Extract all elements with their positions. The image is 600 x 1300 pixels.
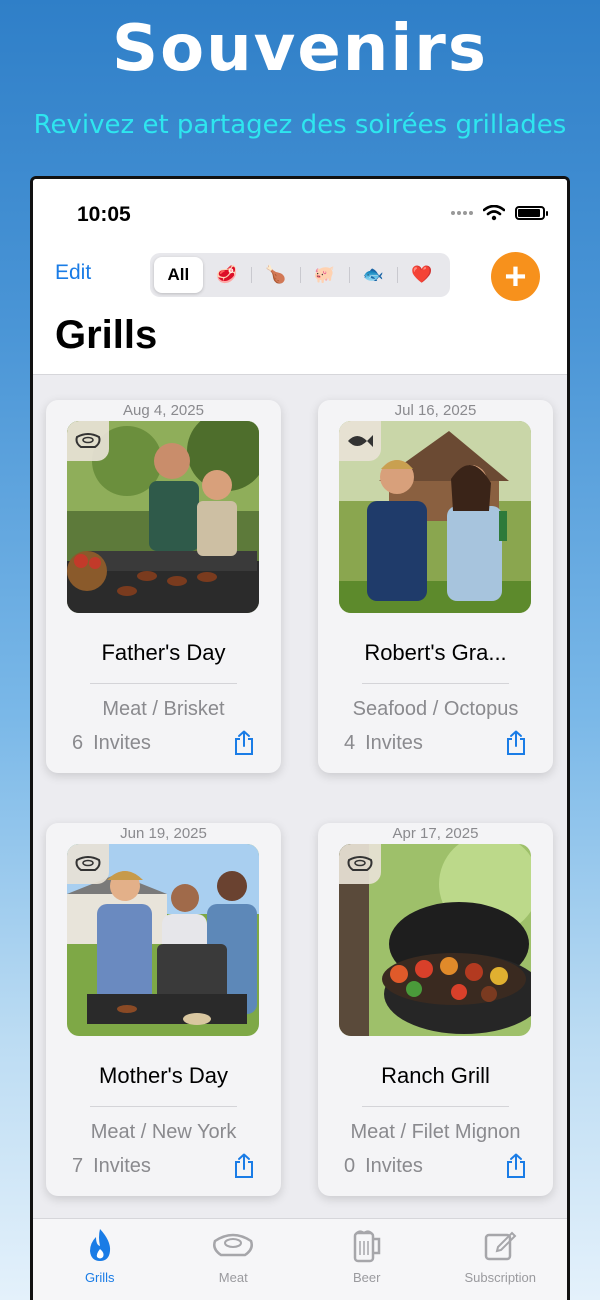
grill-title: Mother's Day [99,1063,228,1088]
filter-pig-icon[interactable]: 🐖 [300,257,349,293]
page-title: Grills [55,313,158,357]
status-time: 10:05 [77,203,131,226]
add-grill-button[interactable]: + [491,252,540,301]
grill-date: Jul 16, 2025 [394,402,477,419]
grill-date: Jun 19, 2025 [120,825,207,842]
steak-outline-icon [339,844,381,884]
tab-meat-label: Meat [218,1270,248,1285]
filter-drumstick-icon[interactable]: 🍗 [251,257,300,293]
hero-title: Souvenirs [112,12,488,86]
tab-beer[interactable]: Beer [300,1219,434,1300]
grill-photo [339,421,531,613]
grill-title: Robert's Gra... [364,640,507,665]
tab-subscription-label: Subscription [464,1270,537,1285]
tab-beer-label: Beer [353,1270,381,1285]
invites-count: 4 Invites [344,732,423,754]
tab-grills-label: Grills [84,1270,115,1285]
tab-bar: Grills Meat Beer Subscription [33,1218,567,1300]
grill-meat-type: Meat / New York [90,1121,237,1143]
edit-button[interactable]: Edit [55,261,91,285]
share-icon[interactable] [505,1153,527,1184]
status-icons [451,205,548,221]
grill-photo [67,844,259,1036]
grill-photo [67,421,259,613]
navigation-bar: 10:05 Edit All 🥩 🍗 🐖 🐟 ❤️ + Grills [33,179,567,375]
grill-date: Aug 4, 2025 [123,402,204,419]
invites-count: 0 Invites [344,1155,423,1177]
divider [90,1106,237,1107]
flame-icon [89,1229,110,1261]
invites-count: 7 Invites [72,1155,151,1177]
filter-fish-icon[interactable]: 🐟 [348,257,398,293]
compose-icon [485,1231,517,1261]
grill-photo [339,844,531,1036]
grill-card[interactable]: Aug 4, 2025 Father's Day Meat / Brisket … [46,400,281,773]
filter-heart-icon[interactable]: ❤️ [397,257,446,293]
share-icon[interactable] [233,1153,255,1184]
filter-steak-icon[interactable]: 🥩 [203,257,252,293]
beer-mug-icon [353,1230,380,1263]
tab-meat[interactable]: Meat [167,1219,301,1300]
tab-grills[interactable]: Grills [33,1219,167,1300]
divider [362,1106,509,1107]
grill-title: Ranch Grill [381,1063,490,1088]
grill-card[interactable]: Jun 19, 2025 Mother's Day Meat / New Yor… [46,823,281,1196]
grill-title: Father's Day [101,640,226,665]
signal-icon [451,211,473,215]
grill-card[interactable]: Apr 17, 2025 Ranch Grill Meat / Filet Mi… [318,823,553,1196]
steak-outline-icon [67,421,109,461]
grill-card[interactable]: Jul 16, 2025 Robert's Gra... Seafood / O… [318,400,553,773]
steak-icon [213,1233,254,1257]
filter-all[interactable]: All [154,257,203,293]
grill-date: Apr 17, 2025 [392,825,479,842]
fish-outline-icon [339,421,381,461]
divider [362,683,509,684]
share-icon[interactable] [233,730,255,761]
tab-subscription[interactable]: Subscription [434,1219,568,1300]
battery-icon [515,206,548,220]
divider [90,683,237,684]
share-icon[interactable] [505,730,527,761]
category-filter[interactable]: All 🥩 🍗 🐖 🐟 ❤️ [150,253,450,297]
steak-outline-icon [67,844,109,884]
grill-meat-type: Meat / Brisket [102,698,225,720]
phone-screen: 10:05 Edit All 🥩 🍗 🐖 🐟 ❤️ + Grills Aug 4… [30,176,570,1300]
grill-meat-type: Meat / Filet Mignon [350,1121,521,1143]
hero-subtitle: Revivez et partagez des soirées grillade… [33,110,567,140]
wifi-icon [483,205,505,221]
grill-meat-type: Seafood / Octopus [352,698,519,720]
invites-count: 6 Invites [72,732,151,754]
